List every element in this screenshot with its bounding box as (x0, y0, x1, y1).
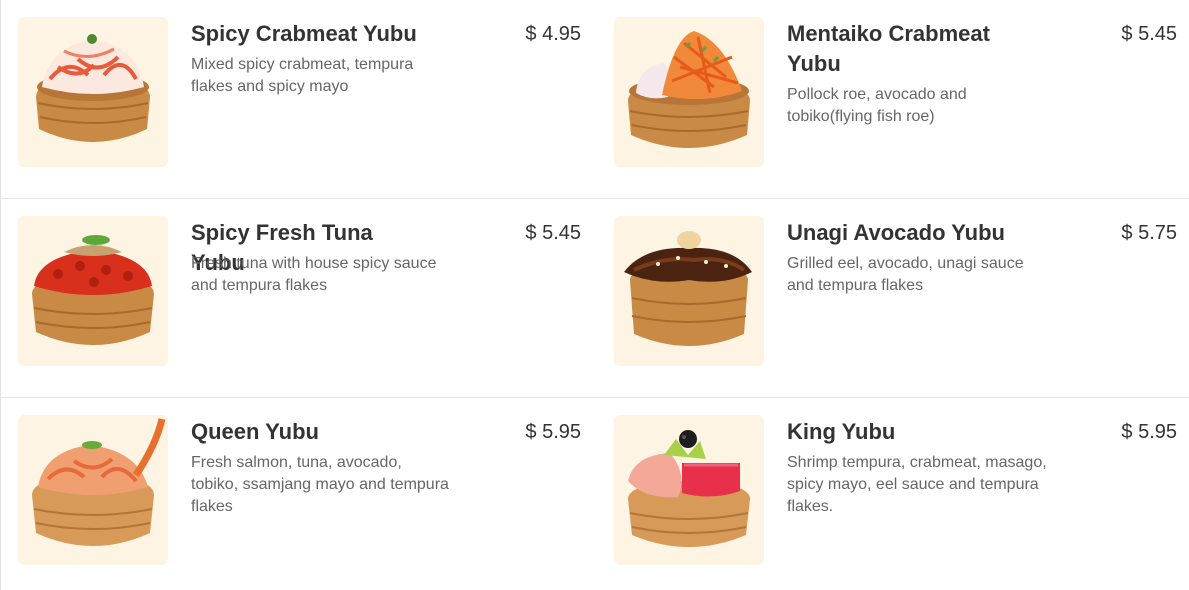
item-name: King Yubu (787, 419, 896, 444)
menu-item-spicy-crabmeat-yubu[interactable]: Spicy Crabmeat Yubu $ 4.95 Mixed spicy c… (18, 17, 593, 177)
item-price: $ 5.45 (525, 222, 581, 244)
menu-item-queen-yubu[interactable]: Queen Yubu $ 5.95 Fresh salmon, tuna, av… (18, 415, 593, 575)
item-price: $ 5.95 (525, 421, 581, 443)
item-price: $ 4.95 (525, 23, 581, 45)
menu-item-mentaiko-crabmeat-yubu[interactable]: Mentaiko Crabmeat Yubu $ 5.45 Pollock ro… (614, 17, 1189, 177)
menu-item-unagi-avocado-yubu[interactable]: Unagi Avocado Yubu $ 5.75 Grilled eel, a… (614, 216, 1189, 376)
menu-item-king-yubu[interactable]: King Yubu $ 5.95 Shrimp tempura, crabmea… (614, 415, 1189, 575)
unagi-yubu-photo (614, 216, 764, 366)
item-name: Spicy Crabmeat Yubu (191, 21, 417, 46)
item-description: Mixed spicy crabmeat, tempura flakes and… (191, 56, 414, 95)
row-divider (1, 397, 1189, 398)
mentaiko-yubu-photo (614, 17, 764, 167)
menu-item-spicy-fresh-tuna-yubu[interactable]: Spicy Fresh Tuna Yubu $ 5.45 Fresh tuna … (18, 216, 593, 376)
item-description: Shrimp tempura, crabmeat, masago, spicy … (787, 454, 1047, 515)
item-description: Fresh tuna with house spicy sauce and te… (191, 255, 437, 294)
item-name: Mentaiko Crabmeat Yubu (787, 21, 990, 76)
item-price: $ 5.75 (1121, 222, 1177, 244)
item-description: Pollock roe, avocado and tobiko(flying f… (787, 86, 967, 125)
queen-yubu-photo (18, 415, 168, 565)
item-description: Fresh salmon, tuna, avocado, tobiko, ssa… (191, 454, 449, 515)
tuna-yubu-photo (18, 216, 168, 366)
item-description: Grilled eel, avocado, unagi sauce and te… (787, 255, 1024, 294)
item-price: $ 5.45 (1121, 23, 1177, 45)
crabmeat-yubu-photo (18, 17, 168, 167)
king-yubu-photo (614, 415, 764, 565)
item-name: Queen Yubu (191, 419, 319, 444)
item-name: Unagi Avocado Yubu (787, 220, 1005, 245)
item-price: $ 5.95 (1121, 421, 1177, 443)
row-divider (1, 198, 1189, 199)
menu-page: Spicy Crabmeat Yubu $ 4.95 Mixed spicy c… (0, 0, 1189, 590)
